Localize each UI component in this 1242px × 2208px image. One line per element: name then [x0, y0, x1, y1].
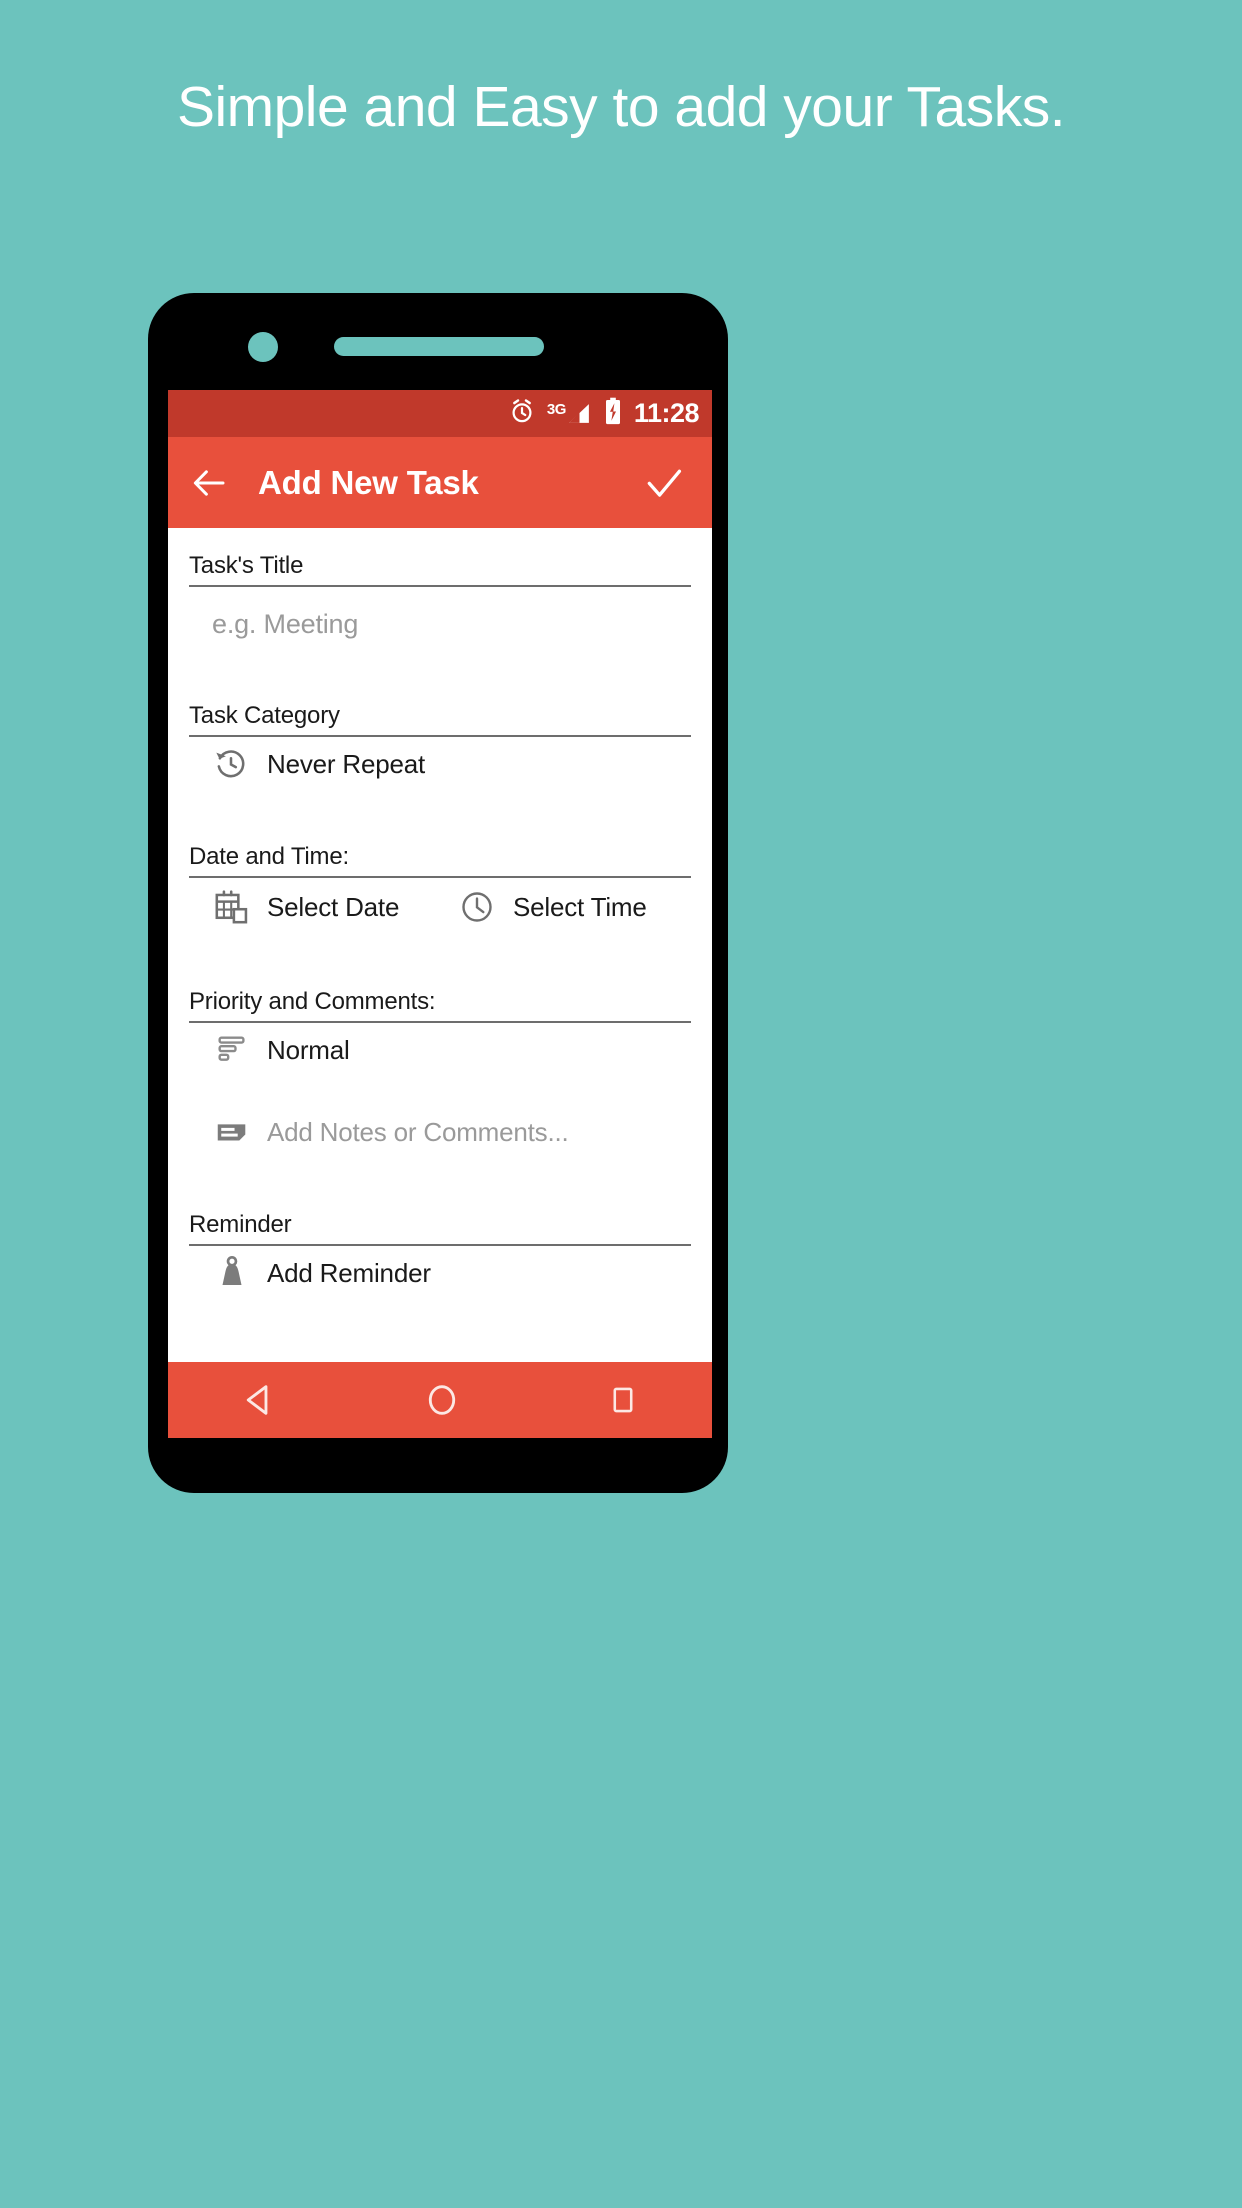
network-label: 3G: [546, 400, 567, 418]
reminder-label: Reminder: [189, 1187, 691, 1246]
notes-row[interactable]: Add Notes or Comments...: [189, 1105, 691, 1159]
camera-dot-icon: [248, 332, 278, 362]
signal-bars-icon: 3G: [547, 401, 592, 427]
nav-home-circle-icon[interactable]: [423, 1381, 461, 1419]
app-bar-title: Add New Task: [258, 463, 479, 501]
speaker-grille-icon: [334, 337, 544, 356]
clock-icon: [459, 889, 503, 925]
task-title-input[interactable]: e.g. Meeting: [189, 587, 691, 640]
priority-comments-label: Priority and Comments:: [189, 964, 691, 1023]
task-category-label: Task Category: [189, 678, 691, 737]
phone-mockup: 3G 11:28 Add New Task Task's Title e.g. …: [148, 293, 728, 1493]
date-time-label: Date and Time:: [189, 819, 691, 878]
status-bar: 3G 11:28: [168, 390, 712, 437]
note-icon: [213, 1113, 257, 1151]
battery-charging-icon: [603, 397, 623, 430]
sort-lines-icon: [213, 1031, 257, 1069]
back-arrow-icon[interactable]: [188, 462, 230, 504]
repeat-value: Never Repeat: [267, 748, 426, 779]
promo-headline: Simple and Easy to add your Tasks.: [176, 75, 1066, 139]
reminder-value: Add Reminder: [267, 1257, 431, 1288]
alarm-icon: [508, 397, 536, 430]
bell-icon: [213, 1254, 257, 1292]
phone-screen: 3G 11:28 Add New Task Task's Title e.g. …: [168, 390, 712, 1362]
android-nav-bar: [168, 1362, 712, 1438]
nav-back-triangle-icon[interactable]: [240, 1381, 278, 1419]
select-date-label: Select Date: [267, 891, 400, 922]
repeat-row[interactable]: Never Repeat: [189, 737, 691, 791]
task-title-label: Task's Title: [189, 528, 691, 587]
select-time-button[interactable]: Select Time: [459, 889, 647, 925]
history-repeat-icon: [213, 746, 257, 782]
task-form: Task's Title e.g. Meeting Task Category …: [168, 528, 712, 1362]
date-time-row: Select Date Select Time: [189, 878, 691, 936]
app-bar: Add New Task: [168, 437, 712, 528]
select-time-label: Select Time: [513, 891, 647, 922]
nav-recents-square-icon[interactable]: [606, 1383, 640, 1417]
notes-placeholder: Add Notes or Comments...: [267, 1116, 569, 1147]
priority-row[interactable]: Normal: [189, 1023, 691, 1077]
priority-value: Normal: [267, 1034, 350, 1065]
reminder-row[interactable]: Add Reminder: [189, 1246, 691, 1300]
check-icon[interactable]: [642, 461, 686, 505]
select-date-button[interactable]: Select Date: [213, 888, 459, 926]
status-time: 11:28: [633, 398, 700, 428]
calendar-icon: [213, 888, 257, 926]
status-icons: 3G: [508, 397, 623, 430]
